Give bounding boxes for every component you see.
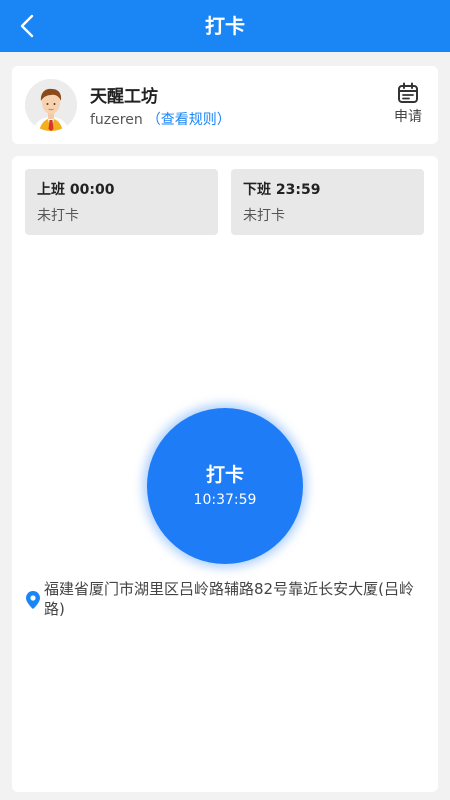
company-name: 天醒工坊 [90,87,158,107]
username: fuzeren [90,112,143,128]
shift-end-time: 下班 23:59 [243,182,321,198]
user-avatar-icon [25,79,77,131]
view-rules-link[interactable]: （查看规则） [147,112,231,128]
location-pin-icon [26,591,40,609]
location-address: 福建省厦门市湖里区吕岭路辅路82号靠近长安大厦(吕岭路) [44,580,414,618]
location-info: 福建省厦门市湖里区吕岭路辅路82号靠近长安大厦(吕岭路) [26,579,428,619]
punch-clock: 10:37:59 [193,492,257,508]
calendar-icon [398,82,418,103]
punch-button[interactable]: 打卡 10:37:59 [147,408,303,564]
shift-start-status: 未打卡 [37,208,79,224]
page-title: 打卡 [205,14,245,38]
shift-start-time: 上班 00:00 [37,182,115,198]
punch-panel: 上班 00:00 未打卡 下班 23:59 未打卡 打卡 10:37:59 福建… [12,156,438,792]
punch-label: 打卡 [205,464,244,486]
user-line: fuzeren （查看规则） [90,109,231,129]
apply-button[interactable]: 申请 [390,82,426,128]
profile-card: 天醒工坊 fuzeren （查看规则） 申请 [12,66,438,144]
shift-start-card: 上班 00:00 未打卡 [25,169,218,235]
shift-end-status: 未打卡 [243,208,285,224]
app-header: 打卡 [0,0,450,52]
avatar [25,79,77,131]
shift-end-card: 下班 23:59 未打卡 [231,169,424,235]
apply-label: 申请 [394,109,422,125]
